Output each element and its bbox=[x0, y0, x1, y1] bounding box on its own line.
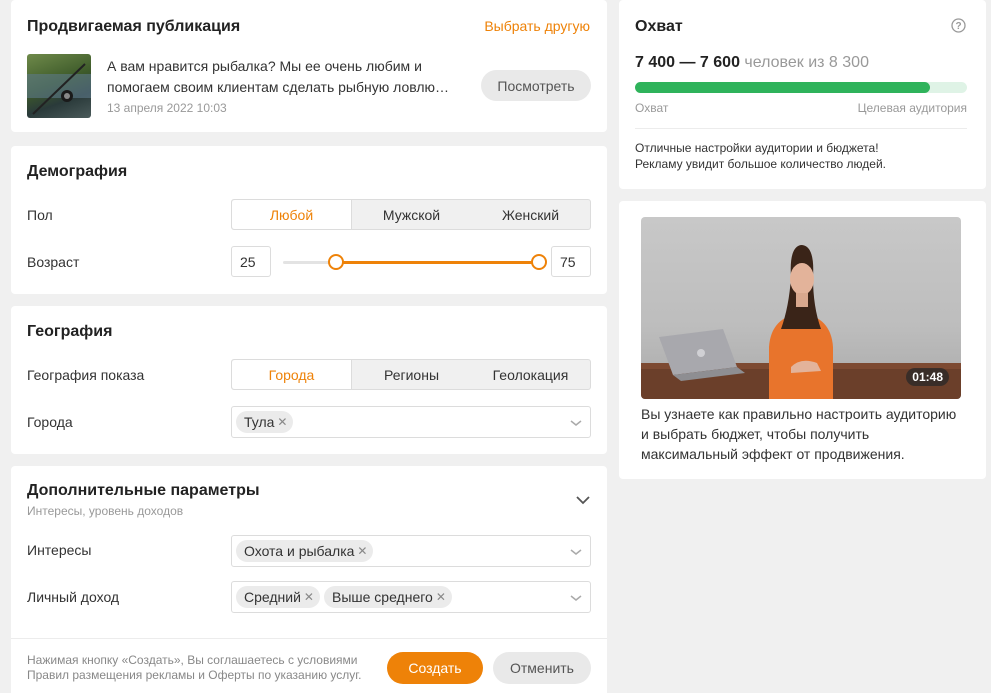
gender-option-female[interactable]: Женский bbox=[471, 200, 590, 229]
choose-other-link[interactable]: Выбрать другую bbox=[484, 18, 590, 34]
age-slider-max-handle[interactable] bbox=[531, 254, 547, 270]
view-publication-button[interactable]: Посмотреть bbox=[481, 70, 591, 101]
income-chip: Выше среднего ✕ bbox=[323, 586, 452, 608]
cities-select[interactable]: Тула ✕ bbox=[231, 406, 591, 438]
gender-option-male[interactable]: Мужской bbox=[352, 200, 471, 229]
extra-params-title: Дополнительные параметры bbox=[27, 482, 260, 499]
interest-chip: Охота и рыбалка ✕ bbox=[236, 540, 374, 562]
reach-range: 7 400 — 7 600 bbox=[635, 54, 740, 71]
publication-date: 13 апреля 2022 10:03 bbox=[107, 101, 227, 115]
income-chip: Средний ✕ bbox=[236, 586, 320, 608]
demography-card: Демография Пол Любой Мужской Женский Воз… bbox=[11, 146, 607, 294]
reach-progress-track bbox=[635, 82, 967, 93]
chevron-down-icon[interactable] bbox=[570, 417, 582, 429]
geo-show-label: География показа bbox=[27, 367, 145, 383]
reach-of-text: человек из 8 300 bbox=[744, 54, 869, 71]
age-slider[interactable] bbox=[283, 254, 547, 270]
geo-option-cities[interactable]: Города bbox=[232, 360, 352, 389]
income-chip-label: Средний bbox=[244, 589, 301, 605]
terms-line2: Правил размещения рекламы и Оферты по ук… bbox=[27, 668, 362, 682]
reach-progress-fill bbox=[635, 82, 931, 93]
gender-option-any[interactable]: Любой bbox=[232, 200, 352, 229]
extra-params-subtitle: Интересы, уровень доходов bbox=[27, 504, 184, 518]
terms-line1: Нажимая кнопку «Создать», Вы соглашаетес… bbox=[27, 653, 358, 667]
income-label: Личный доход bbox=[27, 589, 120, 605]
interests-label: Интересы bbox=[27, 542, 92, 558]
video-duration-badge: 01:48 bbox=[906, 368, 949, 386]
video-card: 01:48 Вы узнаете как правильно настроить… bbox=[619, 201, 986, 479]
age-label: Возраст bbox=[27, 254, 80, 270]
geography-title: География bbox=[27, 323, 113, 340]
geo-option-regions[interactable]: Регионы bbox=[352, 360, 471, 389]
create-button[interactable]: Создать bbox=[387, 652, 483, 684]
reach-range-row: 7 400 — 7 600 человек из 8 300 bbox=[635, 54, 869, 72]
cities-label: Города bbox=[27, 414, 73, 430]
fishing-image-icon bbox=[27, 63, 91, 115]
publication-text-line1: А вам нравится рыбалка? Мы ее очень люби… bbox=[107, 58, 422, 74]
age-min-input[interactable]: 25 bbox=[231, 246, 271, 277]
reach-title: Охват bbox=[635, 18, 683, 35]
publication-card: Продвигаемая публикация Выбрать другую А… bbox=[11, 0, 607, 132]
video-player[interactable]: 01:48 bbox=[641, 217, 961, 399]
age-slider-range bbox=[336, 261, 539, 264]
gender-label: Пол bbox=[27, 207, 53, 223]
chevron-down-icon[interactable] bbox=[570, 592, 582, 604]
income-chip-label: Выше среднего bbox=[331, 589, 433, 605]
help-icon[interactable]: ? bbox=[951, 18, 966, 33]
remove-chip-icon[interactable]: ✕ bbox=[277, 415, 287, 429]
reach-note-line2: Рекламу увидит большое количество людей. bbox=[635, 157, 887, 171]
cancel-button[interactable]: Отменить bbox=[493, 652, 591, 684]
publication-thumbnail[interactable] bbox=[27, 54, 91, 118]
publication-text-line2: помогаем своим клиентам сделать рыбную л… bbox=[107, 79, 450, 95]
footer-divider bbox=[11, 638, 607, 639]
geography-card: География География показа Города Регион… bbox=[11, 306, 607, 454]
reach-label-right: Целевая аудитория bbox=[857, 101, 967, 115]
reach-divider bbox=[635, 128, 967, 129]
interests-select[interactable]: Охота и рыбалка ✕ bbox=[231, 535, 591, 567]
interest-chip-label: Охота и рыбалка bbox=[244, 543, 355, 559]
gender-selector: Любой Мужской Женский bbox=[231, 199, 591, 230]
chevron-down-icon[interactable] bbox=[570, 546, 582, 558]
video-desc-line3: максимальный эффект от продвижения. bbox=[641, 446, 905, 462]
remove-chip-icon[interactable]: ✕ bbox=[357, 544, 367, 558]
reach-label-left: Охват bbox=[635, 101, 669, 115]
publication-title: Продвигаемая публикация bbox=[27, 18, 241, 35]
income-select[interactable]: Средний ✕ Выше среднего ✕ bbox=[231, 581, 591, 613]
reach-note-line1: Отличные настройки аудитории и бюджета! bbox=[635, 141, 879, 155]
video-desc-line1: Вы узнаете как правильно настроить аудит… bbox=[641, 406, 957, 422]
city-chip: Тула ✕ bbox=[236, 411, 294, 433]
city-chip-label: Тула bbox=[244, 414, 275, 430]
reach-card: Охват ? 7 400 — 7 600 человек из 8 300 О… bbox=[619, 0, 986, 189]
age-slider-min-handle[interactable] bbox=[328, 254, 344, 270]
video-desc-line2: и выбрать бюджет, чтобы получить bbox=[641, 426, 870, 442]
remove-chip-icon[interactable]: ✕ bbox=[436, 590, 446, 604]
age-max-input[interactable]: 75 bbox=[551, 246, 591, 277]
demography-title: Демография bbox=[27, 163, 128, 180]
collapse-chevron-icon[interactable] bbox=[576, 495, 590, 505]
extra-params-card: Дополнительные параметры Интересы, урове… bbox=[11, 466, 607, 693]
remove-chip-icon[interactable]: ✕ bbox=[304, 590, 314, 604]
svg-text:?: ? bbox=[955, 21, 961, 32]
geo-option-geolocation[interactable]: Геолокация bbox=[471, 360, 590, 389]
geo-show-selector: Города Регионы Геолокация bbox=[231, 359, 591, 390]
